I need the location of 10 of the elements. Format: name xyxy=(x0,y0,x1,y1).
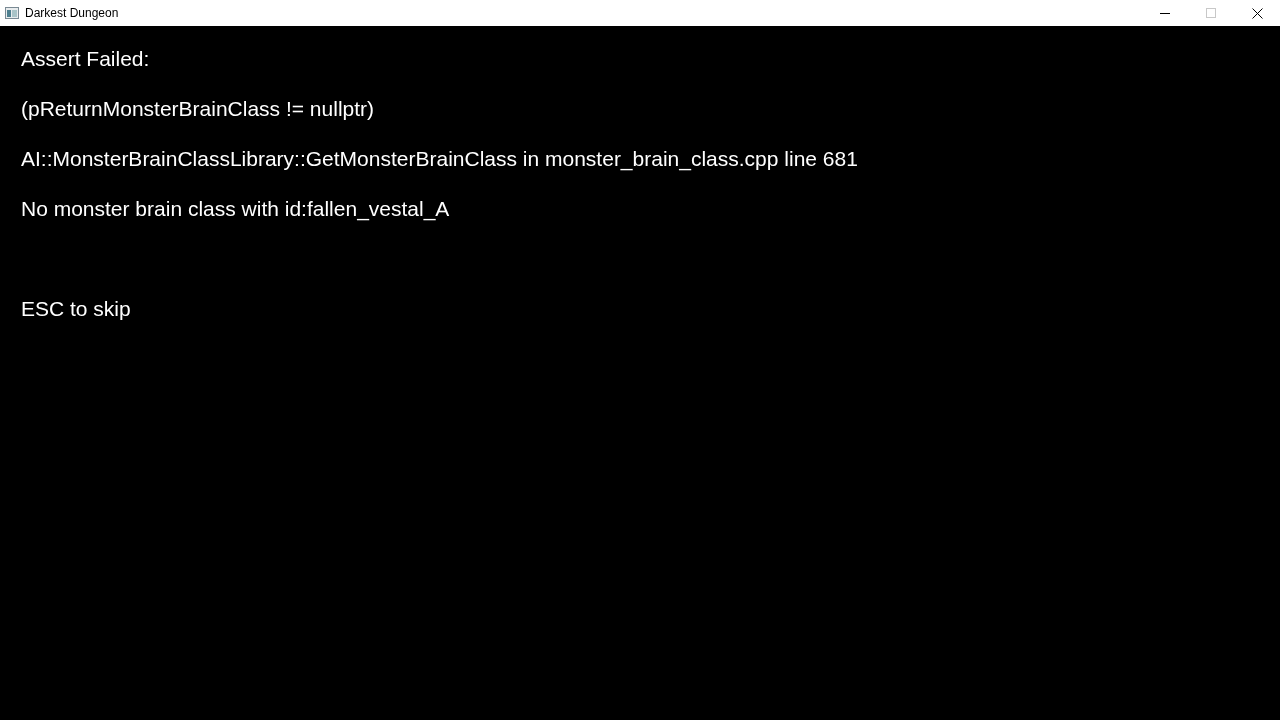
error-message-line: (pReturnMonsterBrainClass != nullptr) xyxy=(21,96,375,122)
error-message-line: No monster brain class with id:fallen_vestal_A xyxy=(21,196,450,223)
error-message-line: AI::MonsterBrainClassLibrary::GetMonsterBrainClass in monster_brain_class.cpp line 681 xyxy=(21,146,858,173)
minimize-icon xyxy=(1160,12,1170,14)
maximize-icon xyxy=(1206,8,1216,18)
app-window-icon xyxy=(5,7,19,19)
close-icon xyxy=(1251,7,1263,19)
window-title: Darkest Dungeon xyxy=(25,7,119,19)
skip-hint: ESC to skip xyxy=(21,296,131,322)
error-message-line: Assert Failed: xyxy=(21,46,150,72)
